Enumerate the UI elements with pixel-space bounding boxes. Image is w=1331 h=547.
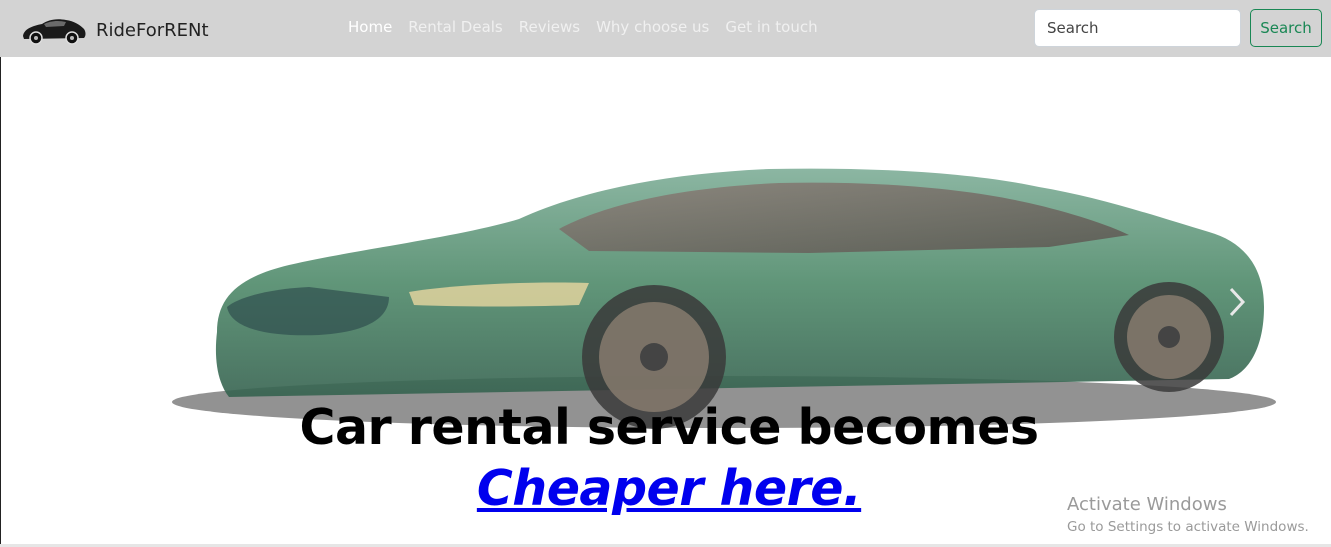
- search-button[interactable]: Search: [1250, 9, 1322, 47]
- nav-link-home[interactable]: Home: [348, 18, 392, 36]
- navbar: RideForRENt Home Rental Deals Reviews Wh…: [0, 0, 1331, 57]
- search-input[interactable]: [1034, 9, 1241, 47]
- nav-links: Home Rental Deals Reviews Why choose us …: [348, 18, 818, 36]
- hero-headline: Car rental service becomes Cheaper here.: [201, 397, 1137, 519]
- hero-carousel: Car rental service becomes Cheaper here.…: [0, 57, 1331, 547]
- brand-name: RideForRENt: [96, 19, 209, 41]
- brand[interactable]: RideForRENt: [20, 12, 209, 48]
- nav-link-get-in-touch[interactable]: Get in touch: [725, 18, 817, 36]
- nav-link-rental-deals[interactable]: Rental Deals: [408, 18, 502, 36]
- watermark-title: Activate Windows: [1067, 494, 1227, 515]
- chevron-right-icon[interactable]: [1223, 285, 1251, 319]
- sports-car-icon: [20, 12, 88, 48]
- headline-text: Car rental service becomes: [299, 399, 1040, 456]
- activate-windows-watermark: Activate Windows Go to Settings to activ…: [1067, 494, 1309, 535]
- nav-link-why-choose-us[interactable]: Why choose us: [596, 18, 709, 36]
- cheaper-here-link[interactable]: Cheaper here.: [477, 460, 862, 517]
- nav-link-reviews[interactable]: Reviews: [519, 18, 580, 36]
- watermark-subtitle: Go to Settings to activate Windows.: [1067, 519, 1309, 535]
